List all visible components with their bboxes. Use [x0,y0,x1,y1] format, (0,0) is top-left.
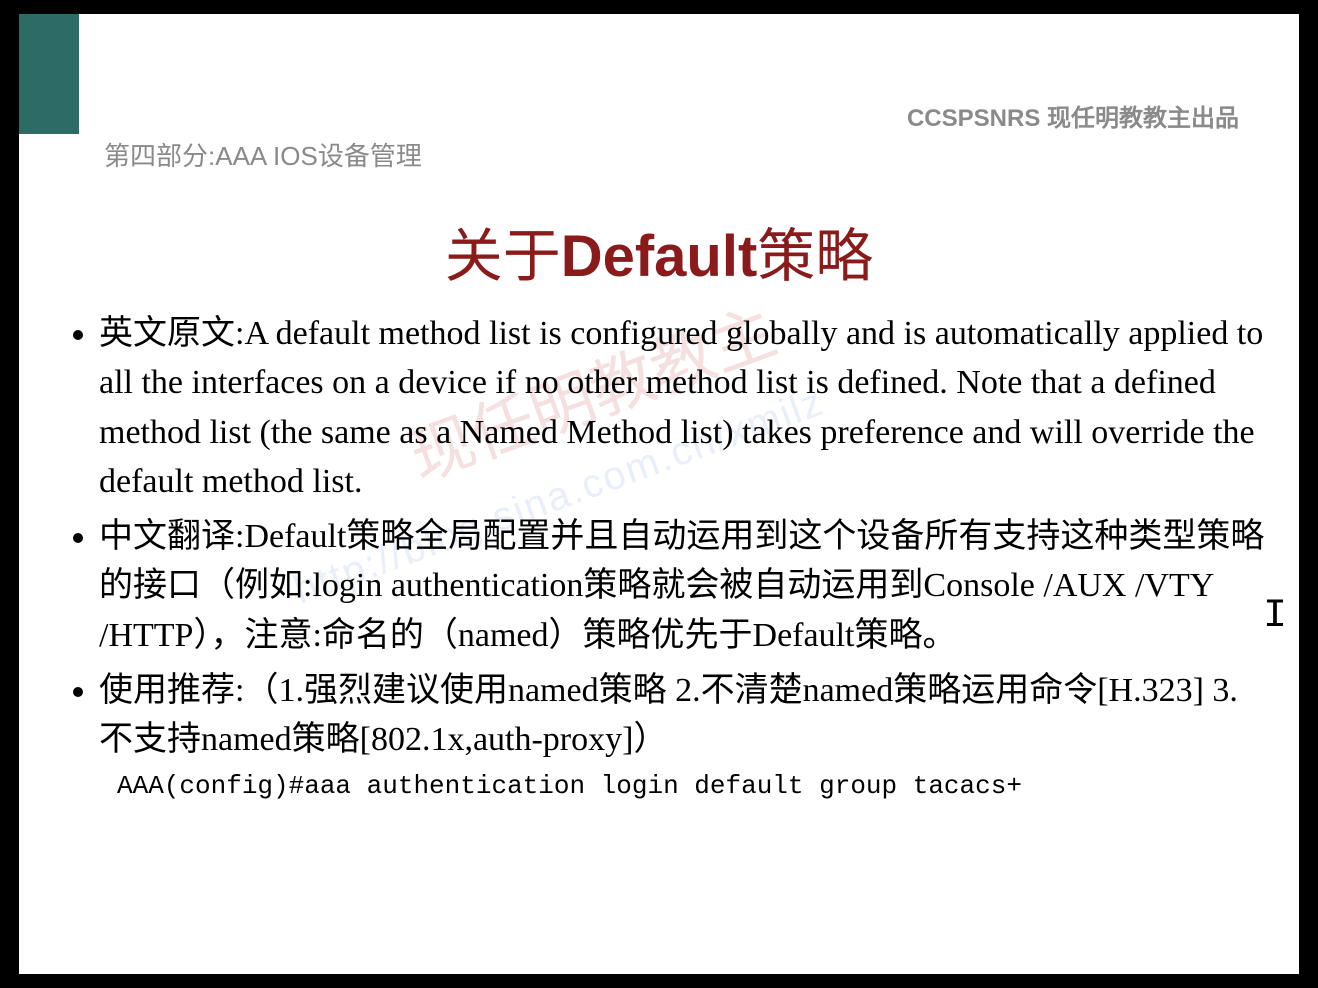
header-accent-block [19,14,79,134]
slide: 第一天 第四部分:AAA IOS设备管理 CCSPSNRS 现任明教教主出品 现… [19,14,1299,974]
code-line: AAA(config)#aaa authentication login def… [117,771,1269,801]
bullet-item: 中文翻译:Default策略全局配置并且自动运用到这个设备所有支持这种类型策略的… [99,512,1269,660]
bullet-item: 英文原文:A default method list is configured… [99,309,1269,506]
bullet-item: 使用推荐:（1.强烈建议使用named策略 2.不清楚named策略运用命令[H… [99,666,1269,765]
bullet-list: 英文原文:A default method list is configured… [59,309,1269,765]
text-cursor-icon: I [1263,594,1287,639]
title-prefix: 关于 [445,224,561,289]
title-word: Default [561,224,758,289]
header-day: 第一天 [99,89,189,133]
header-section: 第四部分:AAA IOS设备管理 [104,136,422,173]
header-credit: CCSPSNRS 现任明教教主出品 [907,98,1239,133]
slide-body: 英文原文:A default method list is configured… [59,309,1269,801]
title-suffix: 策略 [757,224,873,289]
slide-title: 关于Default策略 [19,209,1299,293]
